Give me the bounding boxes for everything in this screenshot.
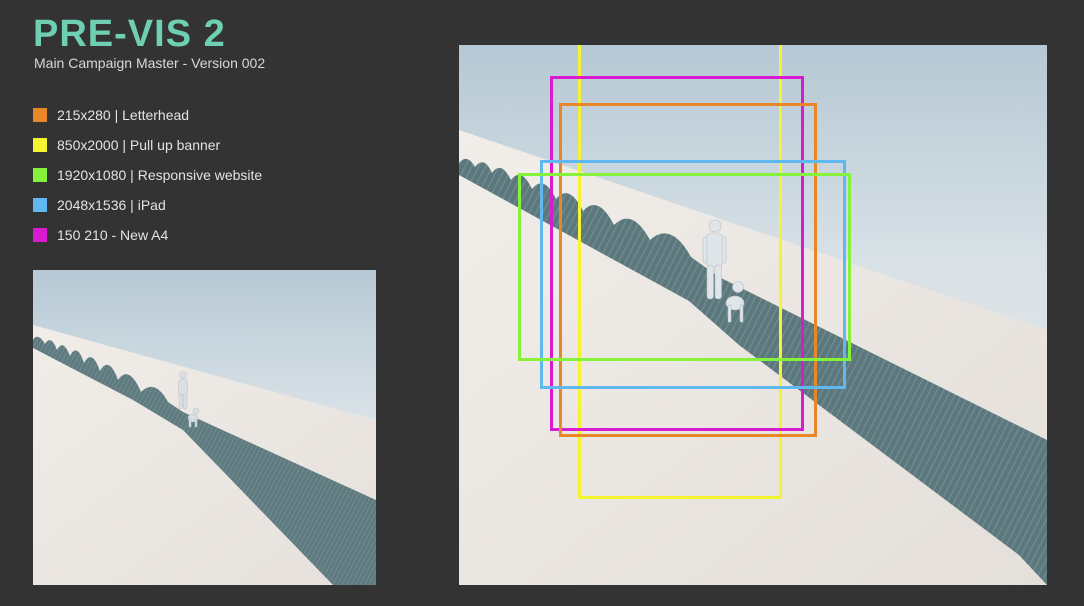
legend-item-new-a4: 150 210 - New A4 xyxy=(33,220,413,250)
scene-image xyxy=(33,270,376,585)
legend-label-responsive-website: 1920x1080 | Responsive website xyxy=(57,167,263,183)
legend-item-pull-up-banner: 850x2000 | Pull up banner xyxy=(33,130,413,160)
legend-label-letterhead: 215x280 | Letterhead xyxy=(57,107,190,123)
page-title: PRE-VIS 2 xyxy=(33,13,226,55)
legend-label-pull-up-banner: 850x2000 | Pull up banner xyxy=(57,137,221,153)
legend-swatch-ipad xyxy=(33,198,47,212)
scene-preview-large xyxy=(459,45,1047,585)
legend-swatch-responsive-website xyxy=(33,168,47,182)
legend-swatch-pull-up-banner xyxy=(33,138,47,152)
legend-label-ipad: 2048x1536 | iPad xyxy=(57,197,166,213)
legend-label-new-a4: 150 210 - New A4 xyxy=(57,227,169,243)
legend-item-ipad: 2048x1536 | iPad xyxy=(33,190,413,220)
legend-swatch-letterhead xyxy=(33,108,47,122)
page-subtitle: Main Campaign Master - Version 002 xyxy=(34,55,266,71)
format-legend: 215x280 | Letterhead 850x2000 | Pull up … xyxy=(33,100,413,250)
legend-swatch-new-a4 xyxy=(33,228,47,242)
legend-item-responsive-website: 1920x1080 | Responsive website xyxy=(33,160,413,190)
scene-preview-small xyxy=(33,270,376,585)
previs-board: PRE-VIS 2 Main Campaign Master - Version… xyxy=(0,0,1084,606)
legend-item-letterhead: 215x280 | Letterhead xyxy=(33,100,413,130)
frame-responsive-website xyxy=(518,173,851,361)
